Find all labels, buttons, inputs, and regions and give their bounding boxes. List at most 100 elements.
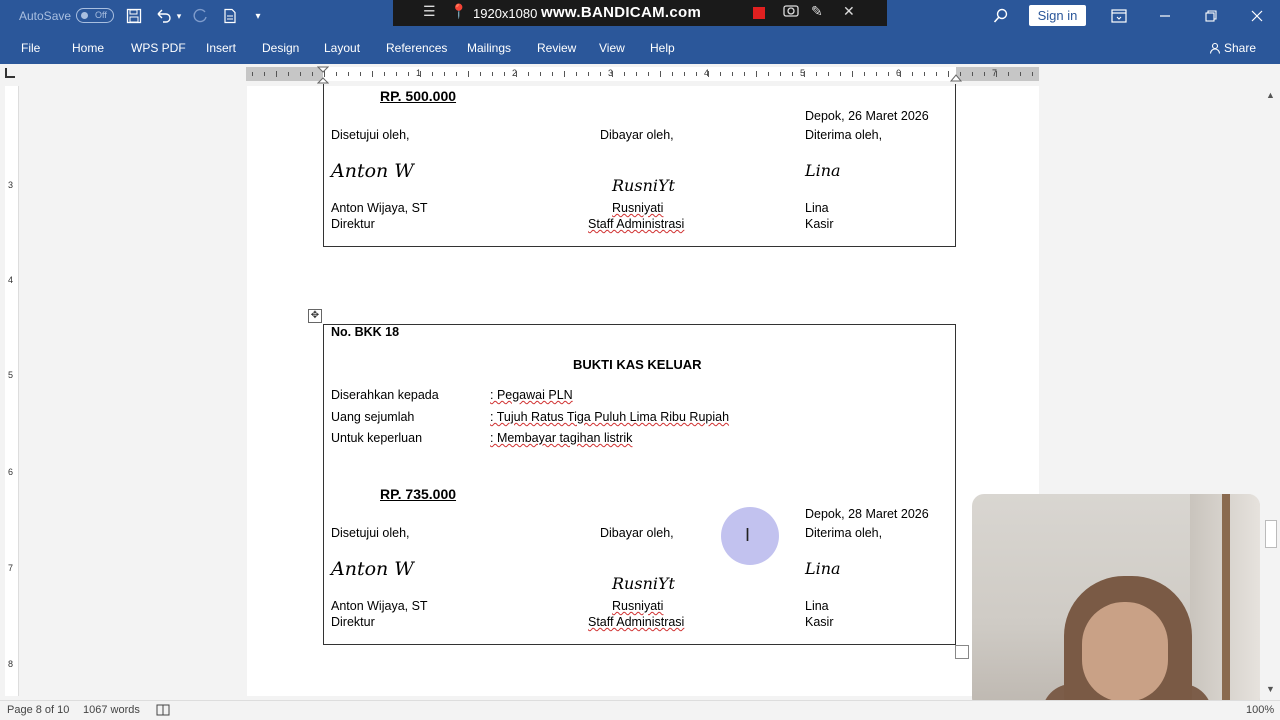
accessibility-icon[interactable]	[156, 704, 170, 719]
place-date: Depok, 28 Maret 2026	[805, 507, 929, 521]
title-bar: AutoSave Off ▾ ▾ ☰ 📍 1920x1080 www.BANDI…	[0, 0, 1280, 32]
undo-icon[interactable]	[152, 6, 174, 26]
close-icon[interactable]	[1246, 6, 1268, 26]
director-name: Anton Wijaya, ST	[331, 201, 428, 215]
webcam-door-frame	[1222, 494, 1230, 710]
share-button[interactable]: Share	[1209, 41, 1256, 55]
new-doc-icon[interactable]	[220, 6, 240, 26]
zoom-level[interactable]: 100%	[1246, 704, 1274, 716]
indent-marker-icon[interactable]	[317, 66, 329, 84]
table-move-handle-icon[interactable]: ✥	[308, 309, 322, 323]
ruler-tick	[1020, 72, 1021, 76]
ibeam-cursor-icon: I	[745, 525, 751, 545]
receipt-number: No. BKK 18	[331, 325, 400, 339]
save-icon[interactable]	[124, 6, 144, 26]
cashier-title: Kasir	[805, 217, 834, 231]
undo-dropdown-icon[interactable]: ▾	[174, 6, 184, 26]
menu-icon[interactable]: ☰	[423, 3, 436, 20]
ruler-tick	[612, 71, 613, 77]
recorder-close-icon[interactable]: ✕	[843, 3, 855, 20]
tab-design[interactable]: Design	[262, 41, 299, 55]
vertical-ruler[interactable]	[5, 86, 19, 696]
tab-mailings[interactable]: Mailings	[467, 41, 511, 55]
ruler-tick	[540, 72, 541, 76]
paid-label: Dibayar oleh,	[600, 526, 674, 540]
ruler-tick	[672, 72, 673, 76]
field-label: Uang sejumlah	[331, 410, 415, 424]
cashier-signature: Lina	[805, 161, 841, 180]
vruler-number: 6	[8, 467, 14, 477]
vruler-number: 3	[8, 180, 14, 190]
field-value: : Pegawai PLN	[490, 388, 573, 402]
ruler-tick	[732, 72, 733, 76]
vruler-number: 5	[8, 370, 14, 380]
scroll-down-icon[interactable]: ▼	[1266, 684, 1275, 694]
ruler-tick	[288, 72, 289, 76]
received-label: Diterima oleh,	[805, 526, 883, 540]
ruler-tick	[1032, 72, 1033, 76]
record-stop-icon[interactable]	[753, 7, 765, 19]
tab-help[interactable]: Help	[650, 41, 675, 55]
pencil-icon[interactable]: ✎	[811, 3, 823, 20]
field-label: Untuk keperluan	[331, 431, 423, 445]
paid-label: Dibayar oleh,	[600, 128, 674, 142]
scrollbar-thumb[interactable]	[1265, 520, 1277, 548]
field-label: Diserahkan kepada	[331, 388, 439, 402]
tab-layout[interactable]: Layout	[324, 41, 360, 55]
tab-home[interactable]: Home	[72, 41, 104, 55]
pin-icon[interactable]: 📍	[450, 3, 467, 20]
approved-label: Disetujui oleh,	[331, 128, 410, 142]
approved-label: Disetujui oleh,	[331, 526, 410, 540]
share-label: Share	[1224, 41, 1257, 55]
search-icon[interactable]	[990, 6, 1012, 26]
tab-references[interactable]: References	[386, 41, 447, 55]
word-count[interactable]: 1067 words	[83, 704, 140, 716]
ruler-tick	[684, 72, 685, 76]
ruler-tick	[756, 71, 757, 77]
webcam-overlay	[972, 494, 1260, 710]
tab-file[interactable]: File	[21, 41, 40, 55]
ruler-tick	[360, 72, 361, 76]
ruler-tick	[276, 71, 277, 77]
scroll-up-icon[interactable]: ▲	[1266, 90, 1275, 100]
sign-in-button[interactable]: Sign in	[1029, 5, 1086, 26]
tab-insert[interactable]: Insert	[206, 41, 236, 55]
ruler-tick	[432, 72, 433, 76]
ruler-tick	[996, 71, 997, 77]
redo-icon[interactable]	[190, 6, 212, 26]
right-indent-marker-icon[interactable]	[950, 72, 962, 82]
tab-wps-pdf[interactable]: WPS PDF	[131, 41, 186, 55]
ruler-tick	[372, 71, 373, 77]
restore-icon[interactable]	[1200, 6, 1222, 26]
ruler-tick	[828, 72, 829, 76]
staff-name: Rusniyati	[612, 201, 664, 215]
ruler-tick	[636, 72, 637, 76]
ruler-tick	[600, 72, 601, 76]
tab-stop-selector-icon[interactable]	[5, 68, 15, 78]
page-indicator[interactable]: Page 8 of 10	[7, 704, 69, 716]
tab-view[interactable]: View	[599, 41, 625, 55]
cashier-name: Lina	[805, 201, 829, 215]
receipt-amount: RP. 735.000	[380, 486, 457, 502]
tab-review[interactable]: Review	[537, 41, 576, 55]
person-icon	[1209, 42, 1221, 54]
ruler-tick	[948, 71, 949, 77]
autosave-label: AutoSave	[19, 9, 72, 23]
ruler-tick	[888, 72, 889, 76]
ruler-tick	[588, 72, 589, 76]
ribbon-display-icon[interactable]	[1108, 6, 1130, 26]
vruler-number: 7	[8, 563, 14, 573]
director-signature: Anton W	[331, 160, 414, 182]
camera-icon[interactable]	[783, 3, 799, 20]
minimize-icon[interactable]	[1154, 6, 1176, 26]
autosave-toggle[interactable]: Off	[76, 8, 114, 23]
customize-qat-icon[interactable]: ▾	[250, 6, 266, 26]
table-resize-handle[interactable]	[955, 645, 969, 659]
vertical-scrollbar[interactable]	[1262, 86, 1280, 696]
vruler-number: 8	[8, 659, 14, 669]
ruler-tick	[384, 72, 385, 76]
ruler-tick	[516, 71, 517, 77]
field-value: : Membayar tagihan listrik	[490, 431, 633, 445]
ruler-tick	[648, 72, 649, 76]
ruler-tick	[708, 71, 709, 77]
